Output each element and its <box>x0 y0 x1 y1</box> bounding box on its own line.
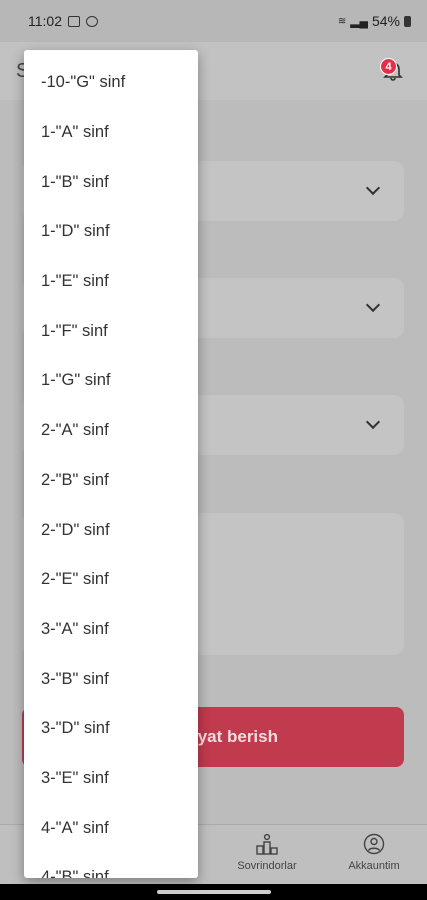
dropdown-option[interactable]: 2-"A" sinf <box>24 406 198 456</box>
gesture-bar <box>0 884 427 900</box>
gallery-icon <box>68 15 80 27</box>
notification-badge: 4 <box>380 58 397 75</box>
home-indicator[interactable] <box>157 890 271 894</box>
submit-label: yat berish <box>197 727 278 746</box>
dropdown-option[interactable]: 3-"B" sinf <box>24 654 198 704</box>
nav-akkauntim[interactable]: Akkauntim <box>329 833 419 872</box>
status-time: 11:02 <box>28 13 62 29</box>
dropdown-option[interactable]: 1-"B" sinf <box>24 157 198 207</box>
chevron-down-icon <box>365 414 381 430</box>
dropdown-option[interactable]: 1-"G" sinf <box>24 356 198 406</box>
dropdown-option[interactable]: 2-"B" sinf <box>24 456 198 506</box>
dropdown-option[interactable]: 3-"A" sinf <box>24 605 198 655</box>
class-dropdown-menu[interactable]: -10-"G" sinf 1-"A" sinf 1-"B" sinf 1-"D"… <box>24 50 198 878</box>
nav-sovrindorlar[interactable]: Sovrindorlar <box>222 833 312 872</box>
podium-icon <box>256 833 278 855</box>
nav-label: Sovrindorlar <box>237 860 297 872</box>
dropdown-option[interactable]: 1-"D" sinf <box>24 207 198 257</box>
chevron-down-icon <box>365 180 381 196</box>
account-icon <box>363 833 385 855</box>
nav-label: Akkauntim <box>348 860 400 872</box>
dropdown-option[interactable]: 3-"D" sinf <box>24 704 198 754</box>
chevron-down-icon <box>365 297 381 313</box>
dropdown-option[interactable]: -10-"G" sinf <box>24 58 198 108</box>
dropdown-option[interactable]: 1-"F" sinf <box>24 306 198 356</box>
dropdown-option[interactable]: 2-"D" sinf <box>24 505 198 555</box>
signal-icon: ▂▄ <box>350 14 368 28</box>
wifi-icon: ≋ <box>337 15 347 27</box>
dropdown-option[interactable]: 1-"A" sinf <box>24 108 198 158</box>
dropdown-list: -10-"G" sinf 1-"A" sinf 1-"B" sinf 1-"D"… <box>24 58 198 878</box>
dropdown-option[interactable]: 2-"E" sinf <box>24 555 198 605</box>
battery-icon <box>404 15 411 27</box>
battery-percent: 54% <box>371 13 400 29</box>
alarm-icon <box>86 15 98 27</box>
dropdown-option[interactable]: 3-"E" sinf <box>24 754 198 804</box>
status-bar: 11:02 ≋ ▂▄ 54% <box>0 0 427 42</box>
dropdown-option[interactable]: 4-"B" sinf <box>24 853 198 878</box>
dropdown-option[interactable]: 4-"A" sinf <box>24 803 198 853</box>
dropdown-option[interactable]: 1-"E" sinf <box>24 257 198 307</box>
